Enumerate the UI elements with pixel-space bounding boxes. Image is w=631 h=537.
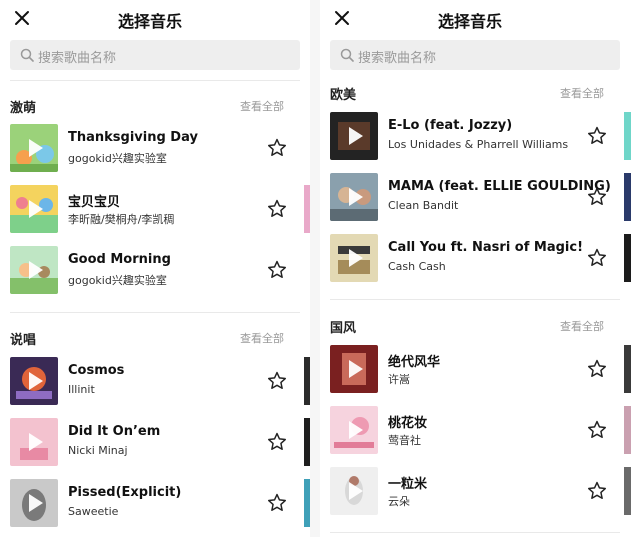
next-page-peek	[624, 406, 631, 454]
song-artist: Illinit	[68, 383, 95, 396]
music-picker-screen-2: 选择音乐 搜索歌曲名称 欧美 查看全部 E-Lo (feat. Jozzy) L…	[320, 0, 631, 537]
section-title: 说唱	[10, 333, 37, 348]
song-row[interactable]: Did It On’em Nicki Minaj	[0, 414, 310, 470]
divider-line	[10, 80, 300, 81]
song-title: 宝贝宝贝	[68, 195, 121, 210]
section-title: 国风	[330, 321, 357, 336]
next-page-peek	[624, 173, 631, 221]
play-icon[interactable]	[330, 467, 378, 515]
star-icon[interactable]	[266, 431, 288, 453]
divider-line	[330, 299, 620, 300]
song-title: MAMA (feat. ELLIE GOULDING)	[388, 179, 611, 194]
play-icon[interactable]	[10, 185, 58, 233]
page-title: 选择音乐	[117, 12, 182, 31]
song-row[interactable]: Pissed(Explicit) Saweetie	[0, 475, 310, 531]
play-icon[interactable]	[10, 479, 58, 527]
divider-line	[330, 532, 620, 533]
next-page-peek	[304, 357, 310, 405]
play-icon[interactable]	[330, 173, 378, 221]
song-row[interactable]: Cosmos Illinit	[0, 353, 310, 409]
song-row[interactable]: MAMA (feat. ELLIE GOULDING) Clean Bandit	[320, 169, 631, 225]
star-icon[interactable]	[586, 125, 608, 147]
song-title: Thanksgiving Day	[68, 130, 198, 145]
play-icon[interactable]	[330, 345, 378, 393]
song-title: 绝代风华	[388, 355, 441, 370]
screen-divider	[310, 0, 320, 537]
song-title: Pissed(Explicit)	[68, 485, 182, 500]
star-icon[interactable]	[266, 137, 288, 159]
section-title: 欧美	[330, 88, 357, 103]
song-artist: Saweetie	[68, 505, 119, 518]
song-artist: 李昕融/樊桐舟/李凯稠	[68, 213, 175, 226]
play-icon[interactable]	[10, 357, 58, 405]
star-icon[interactable]	[586, 247, 608, 269]
star-icon[interactable]	[266, 198, 288, 220]
song-artist: Clean Bandit	[388, 199, 459, 212]
top-bar: 选择音乐	[320, 0, 631, 36]
song-title: E-Lo (feat. Jozzy)	[388, 118, 513, 133]
song-artist: Los Unidades & Pharrell Williams	[388, 138, 569, 151]
divider-line	[10, 312, 300, 313]
song-artist: 许嵩	[388, 373, 410, 386]
search-input[interactable]: 搜索歌曲名称	[330, 40, 620, 70]
song-artist: gogokid兴趣实验室	[68, 152, 167, 165]
star-icon[interactable]	[586, 419, 608, 441]
song-row[interactable]: Call You ft. Nasri of Magic! Cash Cash	[320, 230, 631, 286]
next-page-peek	[304, 418, 310, 466]
search-input[interactable]: 搜索歌曲名称	[10, 40, 300, 70]
play-icon[interactable]	[330, 112, 378, 160]
search-placeholder: 搜索歌曲名称	[38, 51, 117, 66]
search-placeholder: 搜索歌曲名称	[358, 51, 437, 66]
see-all-link[interactable]: 查看全部	[560, 85, 604, 101]
see-all-link[interactable]: 查看全部	[240, 98, 284, 114]
song-title: Call You ft. Nasri of Magic!	[388, 240, 584, 255]
song-title: 一粒米	[388, 477, 428, 492]
song-title: 桃花妆	[388, 416, 428, 431]
song-row[interactable]: 绝代风华 许嵩	[320, 341, 631, 397]
song-artist: Nicki Minaj	[68, 444, 128, 457]
song-row[interactable]: Thanksgiving Day gogokid兴趣实验室	[0, 120, 310, 176]
page-title: 选择音乐	[437, 12, 502, 31]
next-page-peek	[624, 112, 631, 160]
next-page-peek	[304, 479, 310, 527]
song-title: Did It On’em	[68, 424, 161, 439]
star-icon[interactable]	[266, 492, 288, 514]
song-artist: Cash Cash	[388, 260, 446, 273]
search-icon	[340, 48, 354, 62]
star-icon[interactable]	[586, 358, 608, 380]
song-row[interactable]: E-Lo (feat. Jozzy) Los Unidades & Pharre…	[320, 108, 631, 164]
play-icon[interactable]	[330, 234, 378, 282]
star-icon[interactable]	[586, 480, 608, 502]
next-page-peek	[624, 234, 631, 282]
song-row[interactable]: 一粒米 云朵	[320, 463, 631, 519]
star-icon[interactable]	[266, 370, 288, 392]
search-icon	[20, 48, 34, 62]
play-icon[interactable]	[10, 418, 58, 466]
section-title: 激萌	[10, 101, 37, 116]
play-icon[interactable]	[10, 124, 58, 172]
top-bar: 选择音乐	[0, 0, 310, 36]
song-row[interactable]: Good Morning gogokid兴趣实验室	[0, 242, 310, 298]
next-page-peek	[304, 185, 310, 233]
song-artist: gogokid兴趣实验室	[68, 274, 167, 287]
song-title: Cosmos	[68, 363, 125, 378]
see-all-link[interactable]: 查看全部	[240, 330, 284, 346]
song-row[interactable]: 桃花妆 莺音社	[320, 402, 631, 458]
song-artist: 莺音社	[388, 434, 421, 447]
star-icon[interactable]	[266, 259, 288, 281]
song-row[interactable]: 宝贝宝贝 李昕融/樊桐舟/李凯稠	[0, 181, 310, 237]
music-picker-screen-1: 选择音乐 搜索歌曲名称 激萌 查看全部 Thanksgiving Day gog…	[0, 0, 310, 537]
song-title: Good Morning	[68, 252, 171, 267]
song-artist: 云朵	[388, 495, 410, 508]
play-icon[interactable]	[10, 246, 58, 294]
next-page-peek	[624, 467, 631, 515]
play-icon[interactable]	[330, 406, 378, 454]
next-page-peek	[624, 345, 631, 393]
star-icon[interactable]	[586, 186, 608, 208]
see-all-link[interactable]: 查看全部	[560, 318, 604, 334]
